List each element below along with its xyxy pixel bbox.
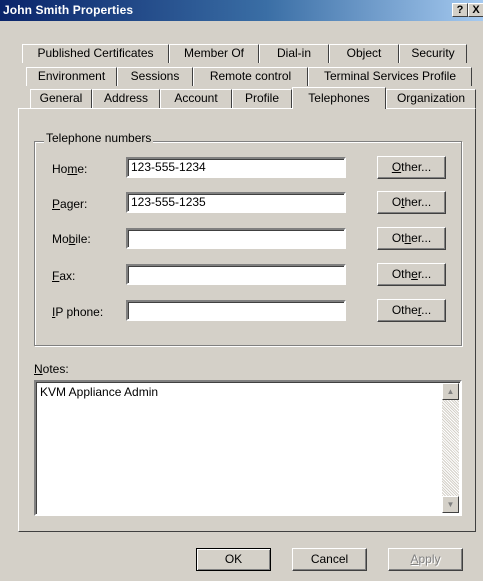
window-title: John Smith Properties (3, 3, 134, 17)
tab-remote-control[interactable]: Remote control (193, 67, 308, 86)
tab-account[interactable]: Account (160, 89, 232, 108)
tab-dial-in[interactable]: Dial-in (259, 44, 329, 63)
home-other-button[interactable]: Other... (377, 156, 446, 179)
scroll-up-arrow-icon[interactable]: ▲ (442, 383, 459, 400)
home-label: Home: (52, 162, 88, 176)
tab-sessions[interactable]: Sessions (117, 67, 193, 86)
ip-phone-label: IP phone: (52, 305, 104, 319)
tab-telephones[interactable]: Telephones (292, 87, 386, 109)
fax-label: Fax: (52, 269, 76, 283)
tab-general[interactable]: General (30, 89, 92, 108)
tab-organization[interactable]: Organization (386, 89, 476, 108)
tab-profile[interactable]: Profile (232, 89, 292, 108)
mobile-label: Mobile: (52, 232, 91, 246)
pager-other-button[interactable]: Other... (377, 191, 446, 214)
notes-label: Notes: (34, 362, 69, 376)
group-label: Telephone numbers (44, 131, 154, 145)
notes-text: KVM Appliance Admin (40, 385, 159, 399)
home-phone-input[interactable]: 123-555-1234 (126, 157, 346, 178)
tab-address[interactable]: Address (92, 89, 160, 108)
properties-dialog: John Smith Properties ? X Published Cert… (0, 0, 483, 581)
pager-label: Pager: (52, 197, 88, 211)
tab-published-certificates[interactable]: Published Certificates (22, 44, 169, 63)
ip-phone-input[interactable] (126, 300, 346, 321)
tab-security[interactable]: Security (399, 44, 467, 63)
scroll-down-arrow-icon[interactable]: ▼ (442, 496, 459, 513)
mobile-input[interactable] (126, 228, 346, 249)
pager-input[interactable]: 123-555-1235 (126, 192, 346, 213)
notes-scrollbar[interactable]: ▲ ▼ (442, 383, 459, 513)
ok-button[interactable]: OK (196, 548, 271, 571)
ip-phone-other-button[interactable]: Other... (377, 299, 446, 322)
cancel-button[interactable]: Cancel (292, 548, 367, 571)
mobile-other-button[interactable]: Other... (377, 227, 446, 250)
help-button[interactable]: ? (452, 3, 468, 17)
notes-textarea[interactable]: KVM Appliance Admin ▲ ▼ (34, 380, 462, 516)
fax-other-button[interactable]: Other... (377, 263, 446, 286)
tab-member-of[interactable]: Member Of (169, 44, 259, 63)
tab-terminal-services-profile[interactable]: Terminal Services Profile (308, 67, 472, 86)
title-bar[interactable]: John Smith Properties ? X (0, 0, 483, 21)
close-button[interactable]: X (468, 3, 483, 17)
tab-environment[interactable]: Environment (26, 67, 117, 86)
fax-input[interactable] (126, 264, 346, 285)
tab-object[interactable]: Object (329, 44, 399, 63)
apply-button[interactable]: Apply (388, 548, 463, 571)
